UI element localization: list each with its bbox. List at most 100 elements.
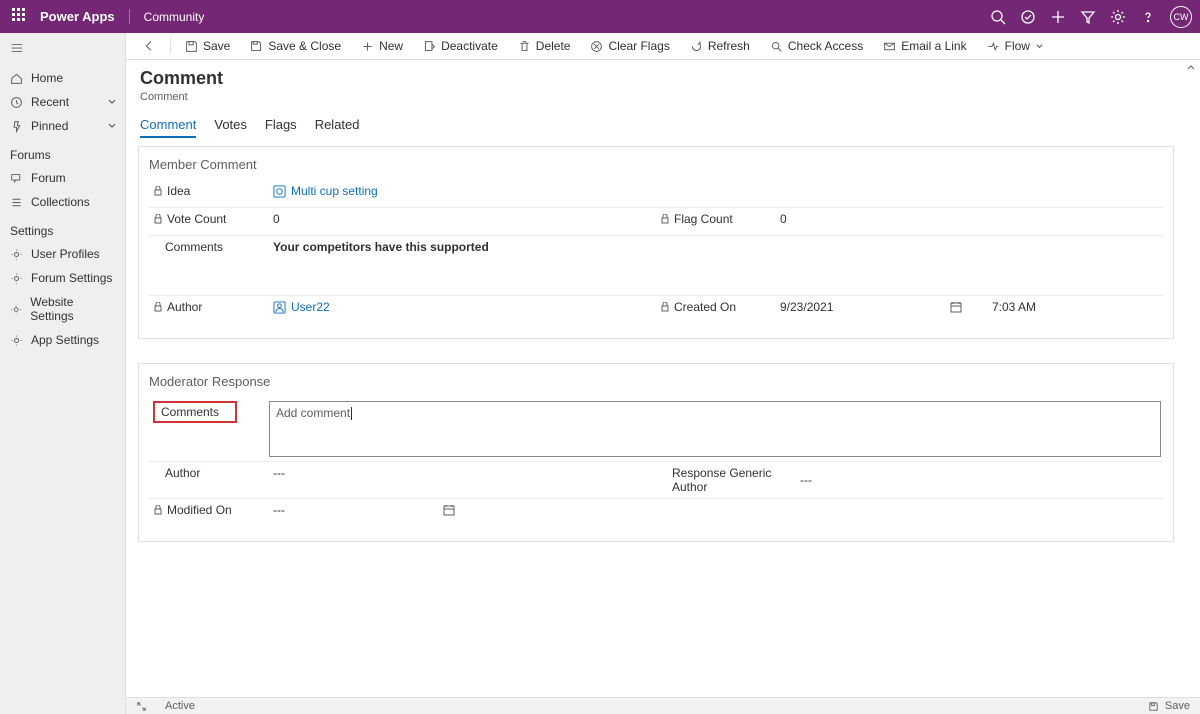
chevron-down-icon [107, 121, 117, 131]
member-comments-value[interactable]: Your competitors have this supported [269, 240, 1163, 254]
author-value: User22 [291, 300, 330, 314]
nav-recent[interactable]: Recent [0, 90, 125, 114]
deactivate-label: Deactivate [441, 39, 498, 53]
chevron-down-icon [107, 97, 117, 107]
save-label: Save [203, 39, 230, 53]
member-comment-title: Member Comment [149, 157, 1163, 180]
nav-user-profiles[interactable]: User Profiles [0, 242, 125, 266]
nav-home[interactable]: Home [0, 66, 125, 90]
nav-group-forums: Forums [0, 138, 125, 166]
user-avatar[interactable]: CW [1170, 6, 1192, 28]
assistant-icon[interactable] [1020, 9, 1036, 25]
mod-author-value[interactable]: --- [269, 466, 656, 480]
nav-website-settings-label: Website Settings [30, 295, 115, 323]
save-icon [1148, 701, 1159, 712]
delete-label: Delete [536, 39, 571, 53]
email-link-label: Email a Link [901, 39, 966, 53]
environment-label[interactable]: Community [130, 10, 205, 24]
flag-count-label: Flag Count [674, 212, 733, 226]
user-icon [273, 301, 286, 314]
generic-author-label: Response Generic Author [672, 466, 796, 494]
idea-label: Idea [167, 184, 190, 198]
status-save-label: Save [1165, 700, 1190, 712]
nav-forum-label: Forum [31, 171, 66, 185]
help-icon[interactable] [1140, 9, 1156, 25]
created-time: 7:03 AM [992, 300, 1036, 314]
mod-comments-input[interactable]: Add comment [269, 401, 1161, 457]
command-bar: Save Save & Close New Deactivate Delete … [126, 33, 1200, 60]
filter-icon[interactable] [1080, 9, 1096, 25]
add-icon[interactable] [1050, 9, 1066, 25]
tab-related[interactable]: Related [315, 117, 360, 138]
created-on-value: 9/23/2021 7:03 AM [776, 300, 1163, 314]
save-close-label: Save & Close [268, 39, 341, 53]
search-icon[interactable] [990, 9, 1006, 25]
settings-icon[interactable] [1110, 9, 1126, 25]
nav-forum[interactable]: Forum [0, 166, 125, 190]
deactivate-button[interactable]: Deactivate [415, 39, 506, 53]
save-close-button[interactable]: Save & Close [242, 39, 349, 53]
left-nav: Home Recent Pinned Forums Forum Collecti… [0, 33, 126, 714]
nav-recent-label: Recent [31, 95, 69, 109]
flow-label: Flow [1005, 39, 1030, 53]
modified-on-label: Modified On [167, 503, 232, 517]
nav-forum-settings-label: Forum Settings [31, 271, 112, 285]
avatar-initials: CW [1174, 12, 1189, 22]
clear-flags-button[interactable]: Clear Flags [582, 39, 677, 53]
calendar-icon [950, 301, 962, 313]
created-date: 9/23/2021 [780, 300, 920, 314]
nav-app-settings-label: App Settings [31, 333, 99, 347]
flag-count-value: 0 [776, 212, 1163, 226]
new-button[interactable]: New [353, 39, 411, 53]
generic-author-value[interactable]: --- [796, 473, 1163, 487]
flow-button[interactable]: Flow [979, 39, 1052, 53]
vote-count-label: Vote Count [167, 212, 226, 226]
tab-votes[interactable]: Votes [214, 117, 247, 138]
idea-link[interactable]: Multi cup setting [269, 184, 1163, 198]
back-button[interactable] [134, 39, 164, 53]
expand-icon[interactable] [136, 701, 147, 712]
lock-icon [660, 214, 670, 224]
vote-count-value: 0 [269, 212, 656, 226]
nav-forum-settings[interactable]: Forum Settings [0, 266, 125, 290]
moderator-response-section: Moderator Response Comments Add comment … [138, 363, 1174, 542]
record-icon [273, 185, 286, 198]
tab-flags[interactable]: Flags [265, 117, 297, 138]
form-tabs: Comment Votes Flags Related [138, 117, 1174, 138]
nav-user-profiles-label: User Profiles [31, 247, 100, 261]
brand-label: Power Apps [40, 9, 130, 24]
email-link-button[interactable]: Email a Link [875, 39, 974, 53]
nav-collections-label: Collections [31, 195, 90, 209]
check-access-label: Check Access [788, 39, 863, 53]
status-save-button[interactable]: Save [1148, 700, 1190, 712]
nav-pinned[interactable]: Pinned [0, 114, 125, 138]
lock-icon [153, 214, 163, 224]
refresh-button[interactable]: Refresh [682, 39, 758, 53]
nav-app-settings[interactable]: App Settings [0, 328, 125, 352]
delete-button[interactable]: Delete [510, 39, 579, 53]
member-comment-section: Member Comment Idea Multi cup setting Vo… [138, 146, 1174, 339]
nav-collections[interactable]: Collections [0, 190, 125, 214]
calendar-icon [443, 504, 455, 516]
author-link[interactable]: User22 [269, 300, 656, 314]
status-state: Active [165, 700, 195, 712]
save-button[interactable]: Save [177, 39, 238, 53]
status-bar: Active Save [126, 697, 1200, 714]
suite-header: Power Apps Community CW [0, 0, 1200, 33]
app-launcher-icon[interactable] [12, 8, 30, 26]
lock-icon [153, 505, 163, 515]
check-access-button[interactable]: Check Access [762, 39, 871, 53]
modified-on-value: --- [269, 503, 656, 517]
tab-comment[interactable]: Comment [140, 117, 196, 138]
refresh-label: Refresh [708, 39, 750, 53]
author-label: Author [167, 300, 202, 314]
member-comments-label: Comments [165, 240, 223, 254]
page-subtitle: Comment [138, 91, 1174, 103]
new-label: New [379, 39, 403, 53]
nav-website-settings[interactable]: Website Settings [0, 290, 125, 328]
lock-icon [153, 302, 163, 312]
nav-collapse-button[interactable] [0, 39, 125, 66]
mod-author-label: Author [165, 466, 200, 480]
scroll-up-icon[interactable] [1186, 62, 1196, 72]
page-title: Comment [138, 68, 1174, 89]
